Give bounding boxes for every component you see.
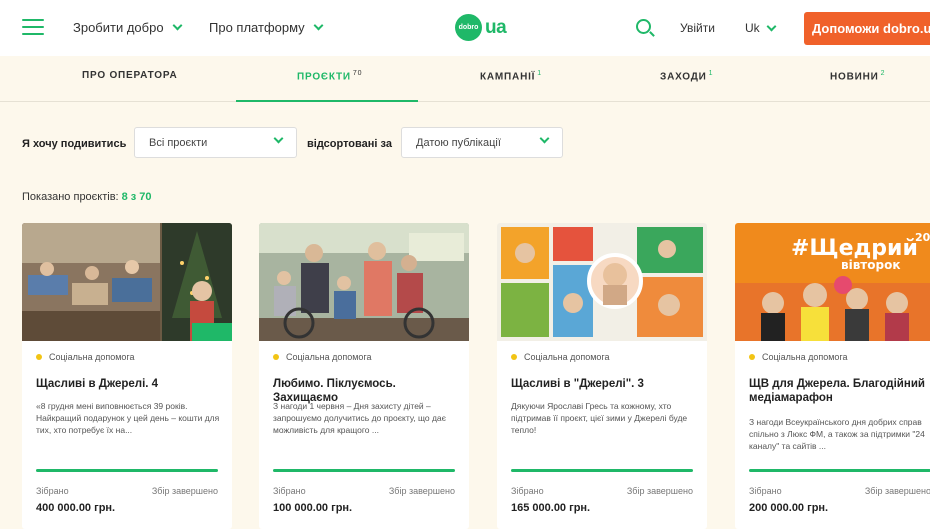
tab-projects[interactable]: ПРОЄКТИ 70: [297, 70, 362, 82]
category-label: Соціальна допомога: [49, 352, 135, 362]
tab-count: 1: [708, 70, 714, 77]
banner-year: 2020: [915, 231, 930, 244]
project-card[interactable]: #Щедрий 2020 вівторок Соціальна допомога…: [735, 223, 930, 529]
project-category: Соціальна допомога: [273, 352, 372, 362]
tab-label: НОВИНИ: [830, 71, 879, 83]
tab-campaigns[interactable]: КАМПАНІЇ 1: [480, 70, 542, 82]
language-label: Uk: [745, 21, 760, 35]
category-label: Соціальна допомога: [524, 352, 610, 362]
category-dot-icon: [511, 354, 517, 360]
project-card[interactable]: Соціальна допомога Щасливі в "Джерелі". …: [497, 223, 707, 529]
collected-amount: 400 000.00 грн.: [36, 502, 116, 514]
category-label: Соціальна допомога: [762, 352, 848, 362]
project-description: З нагоди Всеукраїнського дня добрих спра…: [749, 417, 925, 451]
tab-about-operator[interactable]: ПРО ОПЕРАТОРА: [82, 70, 177, 81]
category-dot-icon: [749, 354, 755, 360]
status-label: Збір завершено: [626, 486, 693, 496]
tab-label: КАМПАНІЇ: [480, 71, 536, 83]
chevron-down-icon: [313, 20, 324, 31]
active-tab-indicator: [236, 100, 418, 102]
progress-bar: [749, 469, 930, 472]
collected-label: Зібрано: [749, 486, 782, 496]
chevron-down-icon: [766, 21, 777, 31]
project-image: [22, 223, 232, 341]
tab-count: 1: [537, 70, 542, 77]
site-header: Зробити добро Про платформу dobro ua Уві…: [0, 0, 930, 56]
tab-label: ПРО ОПЕРАТОРА: [82, 70, 178, 81]
collected-amount: 165 000.00 грн.: [511, 502, 591, 514]
nav-about-platform[interactable]: Про платформу: [209, 20, 324, 35]
language-select[interactable]: Uk: [745, 21, 777, 35]
logo-circle: dobro: [455, 14, 482, 41]
category-dot-icon: [36, 354, 42, 360]
project-title[interactable]: Щасливі в Джерелі. 4: [36, 377, 224, 391]
project-category: Соціальна допомога: [36, 352, 135, 362]
collected-amount: 200 000.00 грн.: [749, 502, 829, 514]
sort-label: відсортовані за: [307, 138, 392, 150]
nav-about-platform-label: Про платформу: [209, 20, 305, 35]
login-link[interactable]: Увійти: [680, 21, 715, 35]
operator-tabs: ПРО ОПЕРАТОРА ПРОЄКТИ 70 КАМПАНІЇ 1 ЗАХОДИ…: [0, 56, 930, 102]
site-logo[interactable]: dobro ua: [455, 14, 507, 41]
project-category: Соціальна допомога: [749, 352, 848, 362]
tab-label: ПРОЄКТИ: [297, 71, 351, 83]
tab-news[interactable]: НОВИНИ 2: [830, 70, 885, 82]
project-image: [259, 223, 469, 341]
sort-select[interactable]: Датою публікації: [401, 127, 563, 158]
project-image: [497, 223, 707, 341]
project-card[interactable]: Соціальна допомога Любимо. Піклуємось. З…: [259, 223, 469, 529]
tab-events[interactable]: ЗАХОДИ 1: [660, 70, 713, 82]
project-image: #Щедрий 2020 вівторок: [735, 223, 930, 341]
tab-count: 2: [880, 70, 886, 77]
chevron-down-icon: [273, 133, 284, 144]
category-label: Соціальна допомога: [286, 352, 372, 362]
status-label: Збір завершено: [864, 486, 930, 496]
collected-label: Зібрано: [36, 486, 69, 496]
banner-sub: вівторок: [841, 258, 900, 272]
status-label: Збір завершено: [151, 486, 218, 496]
tab-label: ЗАХОДИ: [660, 71, 707, 83]
nav-do-good-label: Зробити добро: [73, 20, 164, 35]
progress-bar: [511, 469, 693, 472]
nav-do-good[interactable]: Зробити добро: [73, 20, 183, 35]
collected-label: Зібрано: [273, 486, 306, 496]
project-description: Дякуючи Ярославі Гресь та кожному, хто п…: [511, 401, 688, 435]
donate-button[interactable]: Допоможи dobro.ua: [804, 12, 930, 45]
project-filter-select[interactable]: Всі проєкти: [134, 127, 297, 158]
chevron-down-icon: [172, 20, 183, 31]
shown-value: 8 з 70: [121, 191, 152, 203]
progress-bar: [36, 469, 218, 472]
sort-value: Датою публікації: [416, 136, 501, 149]
collected-label: Зібрано: [511, 486, 544, 496]
project-title[interactable]: ЩВ для Джерела. Благодійний медіамарафон: [749, 377, 930, 405]
chevron-down-icon: [539, 133, 550, 144]
project-category: Соціальна допомога: [511, 352, 610, 362]
shown-label: Показано проєктів:: [22, 191, 119, 203]
menu-icon[interactable]: [22, 18, 44, 36]
tab-count: 70: [352, 70, 363, 77]
project-title[interactable]: Щасливі в "Джерелі". 3: [511, 377, 699, 391]
shown-count: Показано проєктів: 8 з 70: [22, 191, 152, 203]
category-dot-icon: [273, 354, 279, 360]
project-filter-value: Всі проєкти: [149, 136, 208, 149]
progress-bar: [273, 469, 455, 472]
project-description: З нагоди 1 червня – Дня захисту дітей – …: [273, 401, 446, 435]
project-description: «8 грудня мені виповнюється 39 років. На…: [36, 401, 220, 435]
want-label: Я хочу подивитись: [22, 138, 127, 150]
collected-amount: 100 000.00 грн.: [273, 502, 353, 514]
status-label: Збір завершено: [388, 486, 455, 496]
search-icon[interactable]: [636, 19, 651, 34]
logo-text: ua: [485, 16, 507, 38]
project-card[interactable]: Соціальна допомога Щасливі в Джерелі. 4 …: [22, 223, 232, 529]
